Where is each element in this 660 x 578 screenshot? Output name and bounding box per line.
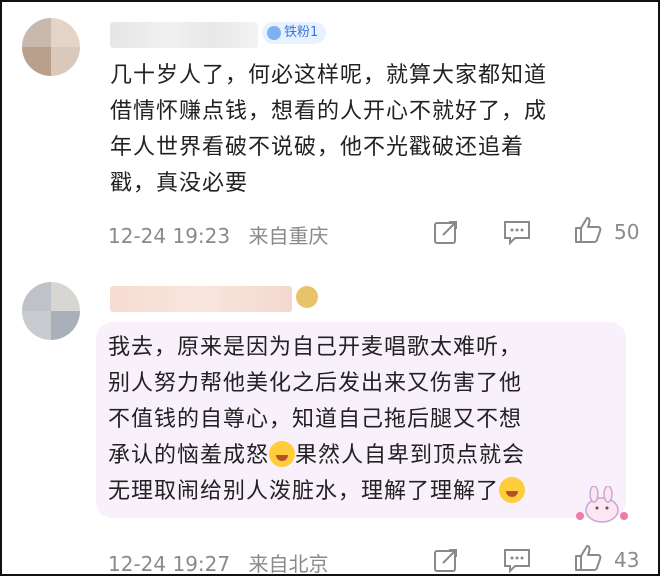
comment-line: 我去，原来是因为自己开麦唱歌太难听， — [108, 335, 523, 360]
comment-text: 我去，原来是因为自己开麦唱歌太难听， 别人努力帮他美化之后发出来又伤害了他 不值… — [96, 322, 626, 518]
fan-badge[interactable]: 铁粉1 — [262, 22, 327, 44]
comment-line: 年人世界看破不说破，他不光戳破还追着 — [110, 135, 525, 160]
comment-meta: 12-24 19:23 来自重庆 — [108, 220, 328, 249]
like-count: 43 — [614, 548, 640, 572]
comment-line: 借情怀赚点钱，想看的人开心不就好了，成 — [110, 99, 548, 124]
comment-icon — [504, 221, 530, 246]
comment-line: 几十岁人了，何必这样呢，就算大家都知道 — [110, 63, 548, 88]
comment-line: 戳，真没必要 — [110, 171, 249, 196]
share-icon — [434, 221, 457, 244]
comment-button[interactable] — [502, 218, 532, 250]
comment-line-text: 果然人自卑到顶点就会 — [295, 443, 526, 468]
like-button[interactable] — [572, 214, 604, 250]
share-button[interactable] — [432, 218, 460, 250]
comment-line: 承认的恼羞成怒 果然人自卑到顶点就会 — [108, 438, 614, 474]
avatar[interactable] — [22, 18, 80, 76]
like-button[interactable] — [572, 542, 604, 578]
laughing-crying-emoji-icon — [499, 477, 526, 503]
like-count: 50 — [614, 220, 640, 244]
fan-badge-icon — [296, 286, 318, 308]
comment-line: 别人努力帮他美化之后发出来又伤害了他 — [108, 371, 523, 396]
comment-date: 12-24 19:27 — [108, 552, 231, 576]
share-icon — [434, 549, 457, 572]
share-button[interactable] — [432, 546, 460, 578]
comment-meta: 12-24 19:27 来自北京 — [108, 548, 328, 577]
thumbs-up-icon — [575, 217, 602, 243]
username-blurred[interactable] — [110, 22, 258, 48]
comment-location: 来自重庆 — [248, 224, 329, 248]
comment-button[interactable] — [502, 546, 532, 578]
comment-line-text: 无理取闹给别人泼脏水，理解了理解了 — [108, 479, 500, 504]
comment-text: 几十岁人了，何必这样呢，就算大家都知道 借情怀赚点钱，想看的人开心不就好了，成 … — [110, 58, 640, 202]
comment-line: 不值钱的自尊心，知道自己拖后腿又不想 — [108, 407, 523, 432]
comment-location: 来自北京 — [248, 552, 329, 576]
username-blurred[interactable] — [110, 286, 292, 312]
thumbs-up-icon — [575, 545, 602, 571]
comment-line: 无理取闹给别人泼脏水，理解了理解了 — [108, 474, 614, 510]
fan-badge-icon — [267, 26, 281, 40]
comment-icon — [504, 549, 530, 574]
avatar[interactable] — [22, 282, 80, 340]
laughing-crying-emoji-icon — [269, 441, 296, 467]
bunny-sticker-icon — [576, 486, 628, 523]
fan-badge-label: 铁粉1 — [284, 25, 319, 40]
comment-line-text: 承认的恼羞成怒 — [108, 443, 270, 468]
comment-date: 12-24 19:23 — [108, 224, 231, 248]
